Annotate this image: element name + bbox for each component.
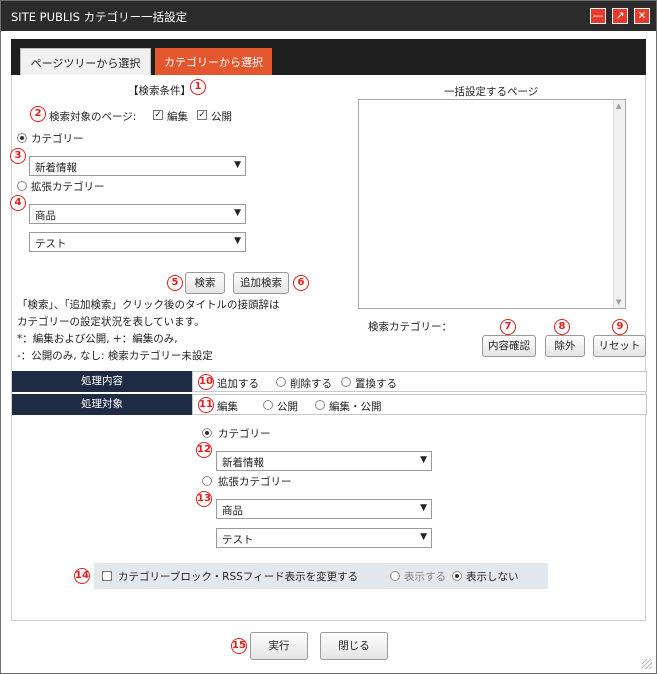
marker-4: 4 — [10, 195, 26, 211]
bottom-category-radio[interactable] — [202, 428, 212, 438]
target-publish-radio[interactable] — [263, 400, 273, 410]
marker-10: 10 — [198, 374, 214, 390]
bottom-ext-select-1[interactable]: 商品 ▼ — [216, 499, 432, 519]
process-label: 処理内容 — [12, 371, 192, 392]
chevron-down-icon: ▼ — [234, 208, 241, 218]
marker-14: 14 — [74, 568, 90, 584]
process-replace-label: 置換する — [355, 378, 397, 390]
process-replace-radio[interactable] — [341, 377, 351, 387]
marker-15: 15 — [231, 638, 247, 654]
search-category-label: 検索カテゴリー： — [368, 321, 452, 333]
category-radio[interactable] — [17, 133, 27, 143]
confirm-button[interactable]: 内容確認 — [482, 335, 536, 357]
note-line-3: *：編集および公開, +：編集のみ, — [17, 333, 178, 345]
marker-12: 12 — [196, 442, 212, 458]
rss-hide-label: 表示しない — [466, 571, 519, 583]
chevron-down-icon: ▼ — [420, 503, 427, 513]
search-button[interactable]: 検索 — [185, 272, 225, 294]
marker-8: 8 — [554, 319, 570, 335]
note-line-4: -：公開のみ, なし: 検索カテゴリー未設定 — [17, 350, 213, 362]
target-pages-header: 一括設定するページ — [444, 86, 539, 98]
bottom-ext-category-radio[interactable] — [202, 476, 212, 486]
ext-category-radio[interactable] — [17, 181, 27, 191]
reset-button[interactable]: リセット — [593, 335, 646, 357]
marker-2: 2 — [30, 106, 46, 122]
rss-settings-bar: カテゴリーブロック・RSSフィード表示を変更する 表示する 表示しない — [94, 563, 548, 589]
list-scrollbar[interactable]: ▲ ▼ — [613, 100, 625, 308]
bottom-category-select[interactable]: 新着情報 ▼ — [216, 451, 432, 471]
ext-select-2-value: テスト — [35, 238, 67, 250]
add-search-button[interactable]: 追加検索 — [233, 272, 289, 294]
category-label: カテゴリー — [31, 133, 84, 145]
category-select[interactable]: 新着情報 ▼ — [29, 156, 246, 176]
process-add-label: 追加する — [217, 378, 259, 390]
process-options: 追加する 削除する 置換する — [192, 371, 647, 392]
maximize-icon[interactable]: ↗ — [612, 8, 628, 24]
chevron-down-icon: ▼ — [234, 236, 241, 246]
rss-change-label: カテゴリーブロック・RSSフィード表示を変更する — [118, 571, 359, 583]
ext-select-1-value: 商品 — [35, 210, 56, 222]
target-both-radio[interactable] — [315, 400, 325, 410]
rss-show-radio[interactable] — [390, 571, 400, 581]
title-bar: SITE PUBLIS カテゴリー一括設定 — ↗ ✕ — [1, 1, 656, 31]
process-target-options: 編集 公開 編集・公開 — [192, 394, 647, 415]
bottom-ext-select-2[interactable]: テスト ▼ — [216, 528, 432, 548]
process-delete-radio[interactable] — [276, 377, 286, 387]
category-select-value: 新着情報 — [35, 162, 77, 174]
bottom-category-select-value: 新着情報 — [222, 457, 264, 469]
note-line-1: 「検索」、「追加検索」クリック後のタイトルの接頭辞は — [17, 299, 280, 311]
bottom-ext-select-2-value: テスト — [222, 534, 254, 546]
target-both-label: 編集・公開 — [329, 401, 382, 413]
main-panel: 【検索条件】 1 2 検索対象のページ: ✓ 編集 ✓ 公開 カテゴリー 3 新… — [10, 75, 647, 621]
target-publish-label: 公開 — [277, 401, 298, 413]
marker-9: 9 — [612, 319, 628, 335]
chevron-down-icon: ▼ — [420, 532, 427, 542]
target-edit-label: 編集 — [217, 401, 238, 413]
window-title: SITE PUBLIS カテゴリー一括設定 — [11, 10, 188, 24]
tab-page-tree[interactable]: ページツリーから選択 — [20, 48, 151, 75]
scroll-down-icon[interactable]: ▼ — [616, 298, 621, 306]
rss-change-checkbox[interactable] — [102, 571, 112, 581]
marker-13: 13 — [196, 491, 212, 507]
process-delete-label: 削除する — [290, 378, 332, 390]
minimize-icon[interactable]: — — [590, 8, 606, 24]
ext-category-select-1[interactable]: 商品 ▼ — [29, 204, 246, 224]
publish-checkbox[interactable]: ✓ — [197, 110, 207, 120]
search-header: 【検索条件】 — [128, 85, 191, 97]
run-button[interactable]: 実行 — [250, 632, 308, 660]
ext-category-label: 拡張カテゴリー — [31, 181, 105, 193]
ext-category-select-2[interactable]: テスト ▼ — [29, 232, 246, 252]
marker-1: 1 — [190, 79, 206, 95]
exclude-button[interactable]: 除外 — [545, 335, 585, 357]
edit-checkbox[interactable]: ✓ — [153, 110, 163, 120]
publish-label: 公開 — [211, 111, 232, 123]
process-target-label: 処理対象 — [12, 394, 192, 415]
marker-5: 5 — [167, 275, 183, 291]
edit-label: 編集 — [167, 111, 188, 123]
bottom-ext-category-label: 拡張カテゴリー — [218, 476, 292, 488]
rss-show-label: 表示する — [404, 571, 446, 583]
marker-3: 3 — [10, 148, 26, 164]
chevron-down-icon: ▼ — [234, 160, 241, 170]
bottom-ext-select-1-value: 商品 — [222, 505, 243, 517]
close-button[interactable]: 閉じる — [320, 632, 388, 660]
bottom-category-label: カテゴリー — [218, 428, 271, 440]
scroll-up-icon[interactable]: ▲ — [616, 102, 621, 110]
rss-hide-radio[interactable] — [452, 571, 462, 581]
marker-6: 6 — [293, 275, 309, 291]
tab-category[interactable]: カテゴリーから選択 — [155, 48, 272, 75]
search-target-label: 検索対象のページ: — [49, 111, 137, 123]
dialog-window: SITE PUBLIS カテゴリー一括設定 — ↗ ✕ ページツリーから選択 カ… — [0, 0, 657, 674]
marker-7: 7 — [500, 319, 516, 335]
resize-grip-icon[interactable] — [642, 659, 652, 669]
chevron-down-icon: ▼ — [420, 455, 427, 465]
close-icon[interactable]: ✕ — [634, 8, 650, 24]
target-pages-list[interactable]: ▲ ▼ — [358, 99, 626, 309]
note-line-2: カテゴリーの設定状況を表しています。 — [17, 316, 205, 328]
footer: 15 実行 閉じる — [1, 621, 656, 673]
tab-bar: ページツリーから選択 カテゴリーから選択 — [11, 39, 646, 75]
marker-11: 11 — [198, 397, 214, 413]
